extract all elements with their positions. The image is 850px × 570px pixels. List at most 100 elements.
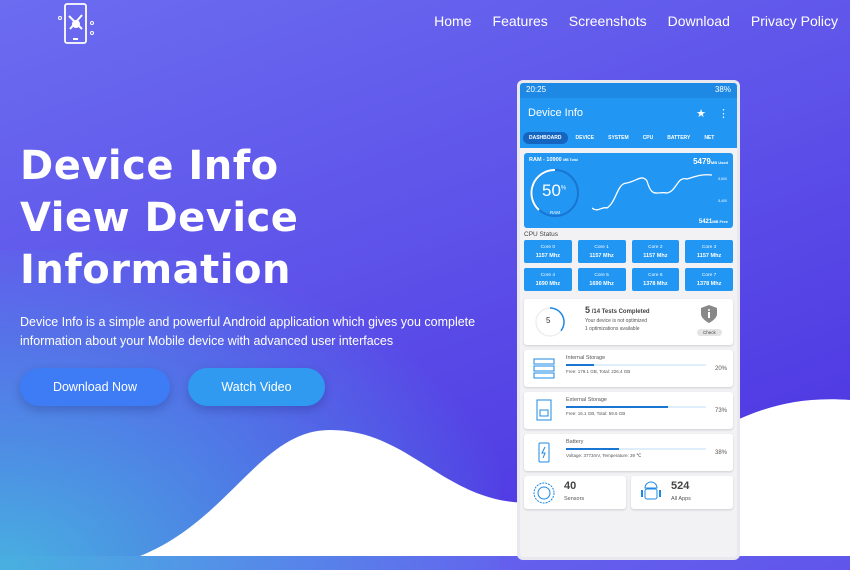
- apps-card[interactable]: 524 All Apps: [631, 476, 733, 509]
- star-icon[interactable]: ★: [696, 107, 706, 120]
- storage-detail: Voltage: 3773mV, Temperature: 39 ℃: [566, 453, 642, 458]
- ram-free-unit: MB Free: [712, 219, 728, 224]
- storage-percent: 38%: [714, 450, 727, 456]
- download-now-button[interactable]: Download Now: [20, 368, 170, 406]
- core-freq: 1157 Mhz: [697, 253, 722, 259]
- core-name: Core 3: [701, 245, 717, 250]
- storage-card[interactable]: Battery Voltage: 3773mV, Temperature: 39 …: [524, 434, 733, 471]
- sd-card-icon: [536, 399, 552, 421]
- storage-title: Battery: [566, 439, 584, 445]
- shield-icon: [701, 305, 717, 323]
- ram-free: 5421: [698, 219, 713, 225]
- android-icon: [641, 481, 661, 500]
- tab-net[interactable]: NET: [698, 132, 720, 144]
- ram-used-unit: MB Used: [710, 160, 728, 165]
- tests-ring-count: 5: [546, 316, 551, 325]
- cpu-core: Core 5 1690 Mhz: [577, 268, 626, 291]
- sensors-label: Sensors: [564, 496, 585, 502]
- app-tabs: DASHBOARD DEVICE SYSTEM CPU BATTERY NET: [520, 128, 737, 148]
- ram-percent-sign: %: [560, 185, 567, 192]
- status-bar: 20:25 38%: [520, 83, 737, 98]
- storage-title: External Storage: [566, 397, 607, 403]
- tab-device[interactable]: DEVICE: [570, 132, 601, 144]
- storage-bar: [566, 364, 706, 366]
- storage-icon: [533, 358, 555, 379]
- tests-line2: 1 optimizations available: [585, 326, 640, 332]
- cpu-status-title: CPU Status: [524, 231, 558, 238]
- storage-bar: [566, 448, 706, 450]
- ram-axis-top: 5,500: [718, 177, 727, 181]
- core-name: Core 0: [540, 245, 556, 250]
- tab-battery[interactable]: BATTERY: [661, 132, 696, 144]
- nav-download[interactable]: Download: [668, 13, 730, 29]
- core-name: Core 7: [701, 273, 717, 278]
- tests-line1: Your device is not optimized: [585, 318, 648, 324]
- core-name: Core 6: [648, 273, 663, 278]
- sensor-icon: [533, 482, 555, 504]
- core-freq: 1157 Mhz: [589, 253, 614, 259]
- cpu-core: Core 2 1157 Mhz: [631, 240, 680, 263]
- tests-card: 5 5 /14 Tests Completed Your device is n…: [524, 299, 733, 345]
- hero-description: Device Info is a simple and powerful And…: [20, 315, 476, 348]
- title-line: Information: [20, 247, 291, 293]
- phone-mockup: 20:25 38% Device Info ★ ⋮ DASHBOARD DEVICE SY…: [517, 80, 740, 560]
- core-freq: 1157 Mhz: [643, 253, 668, 259]
- logo-icon: [58, 3, 94, 44]
- more-icon[interactable]: ⋮: [718, 107, 729, 120]
- nav-home[interactable]: Home: [434, 13, 471, 29]
- tests-total: /14 Tests Completed: [591, 309, 650, 315]
- ram-card: RAM - 10900 MB Total 5479MB Used 50% RAM…: [524, 153, 733, 228]
- title-line: View Device: [20, 195, 299, 241]
- storage-detail: Free: 179.1 GB, Total: 226.4 GB: [566, 369, 631, 374]
- sensors-card[interactable]: 40 Sensors: [524, 476, 626, 509]
- core-name: Core 2: [648, 245, 663, 250]
- cpu-cores: Core 0 1157 Mhz Core 1 1157 Mhz Core 2 1157 M…: [520, 240, 737, 291]
- storage-detail: Free: 16.1 GB, Total: 59.6 GB: [566, 411, 626, 416]
- storage-card[interactable]: External Storage Free: 16.1 GB, Total: 59…: [524, 392, 733, 429]
- storage-title: Internal Storage: [566, 355, 606, 361]
- status-time: 20:25: [526, 85, 547, 94]
- cpu-core: Core 7 1378 Mhz: [685, 268, 733, 291]
- core-freq: 1378 Mhz: [696, 281, 722, 287]
- cpu-core: Core 3 1157 Mhz: [685, 240, 733, 263]
- core-name: Core 5: [594, 273, 609, 278]
- status-battery: 38%: [714, 85, 731, 94]
- core-freq: 1690 Mhz: [535, 281, 561, 287]
- ram-total: RAM - 10900: [529, 157, 562, 163]
- battery-icon: [538, 442, 550, 463]
- core-name: Core 1: [594, 245, 609, 250]
- cpu-core: Core 6 1378 Mhz: [631, 268, 680, 291]
- app-bar: Device Info ★ ⋮: [520, 98, 737, 128]
- cpu-core: Core 1 1157 Mhz: [577, 240, 626, 263]
- ram-used: 5479: [693, 157, 711, 166]
- storage-bar: [566, 406, 706, 408]
- apps-label: All Apps: [671, 496, 691, 502]
- core-freq: 1378 Mhz: [643, 281, 668, 287]
- apps-count: 524: [671, 480, 690, 492]
- tab-dashboard[interactable]: DASHBOARD: [523, 132, 568, 144]
- ram-axis-bottom: 5,400: [718, 199, 727, 203]
- nav-features[interactable]: Features: [493, 13, 548, 29]
- main-nav: Home Features Screenshots Download Priva…: [434, 13, 838, 29]
- core-freq: 1690 Mhz: [589, 281, 614, 287]
- watch-video-button[interactable]: Watch Video: [188, 368, 325, 406]
- sensors-count: 40: [564, 480, 577, 492]
- ram-total-unit: MB Total: [563, 158, 578, 162]
- tests-count: 5: [585, 305, 591, 315]
- check-button[interactable]: Check: [697, 329, 722, 336]
- core-freq: 1157 Mhz: [535, 253, 560, 259]
- cpu-core: Core 0 1157 Mhz: [524, 240, 572, 263]
- ram-line-chart: [592, 174, 712, 211]
- storage-card[interactable]: Internal Storage Free: 179.1 GB, Total: 2…: [524, 350, 733, 387]
- title-line: Device Info: [20, 143, 279, 189]
- nav-privacy-policy[interactable]: Privacy Policy: [751, 13, 838, 29]
- ram-percent: 50: [542, 181, 561, 200]
- app-title: Device Info: [528, 107, 584, 119]
- tab-system[interactable]: SYSTEM: [602, 132, 635, 144]
- storage-percent: 20%: [714, 366, 727, 372]
- tab-cpu[interactable]: CPU: [637, 132, 660, 144]
- core-name: Core 4: [540, 273, 556, 278]
- nav-screenshots[interactable]: Screenshots: [569, 13, 647, 29]
- storage-percent: 73%: [714, 408, 727, 414]
- hero-title: Device Info View Device Information: [20, 140, 298, 296]
